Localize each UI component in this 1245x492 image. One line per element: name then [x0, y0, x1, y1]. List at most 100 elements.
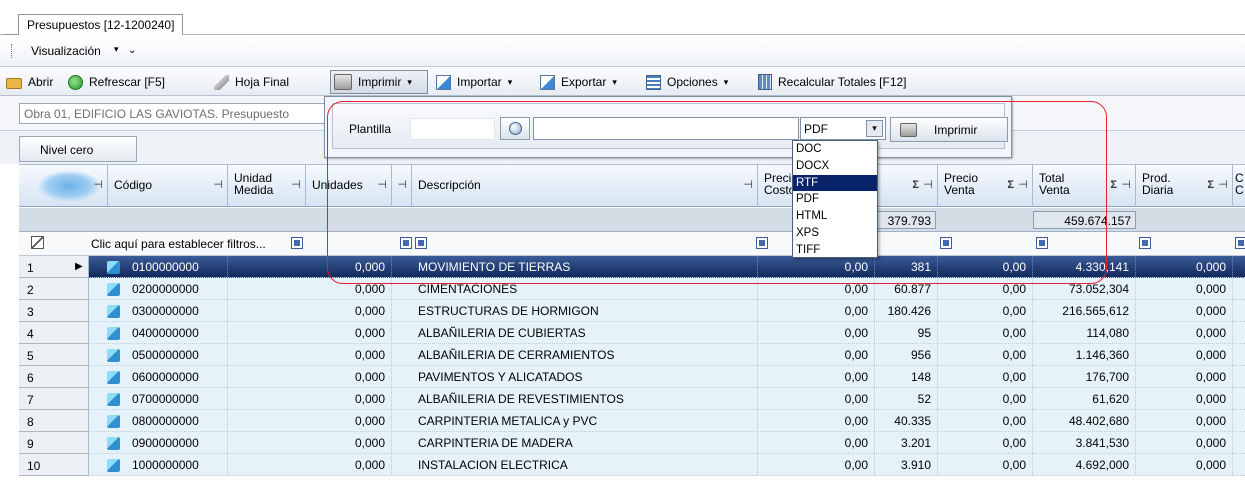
cell-total-costo[interactable]: 956	[875, 344, 938, 365]
cell-total-venta[interactable]: 1.146,360	[1033, 344, 1136, 365]
cell-precio-venta[interactable]: 0,00	[938, 454, 1033, 475]
row-number[interactable]: 3	[19, 300, 89, 322]
row-number[interactable]: 6	[19, 366, 89, 388]
cell-precio-costo[interactable]: 0,00	[758, 410, 875, 431]
table-row[interactable]: 7 0700000000 0,000 ALBAÑILERIA DE REVEST…	[19, 388, 1245, 410]
table-row[interactable]: 10 1000000000 0,000 INSTALACION ELECTRIC…	[19, 454, 1245, 476]
filter-last-icon[interactable]	[1235, 237, 1245, 249]
format-option-xps[interactable]: XPS	[793, 225, 877, 242]
importar-button[interactable]: Importar ▾	[436, 73, 512, 91]
row-number[interactable]: 7	[19, 388, 89, 410]
cell-unidades[interactable]: 0,000	[306, 388, 392, 409]
pin-icon[interactable]: ⊣	[1121, 179, 1131, 191]
col-header-precio-venta[interactable]: Precio Venta ⊣ Σ	[938, 165, 1033, 207]
filter-unidades-icon[interactable]	[400, 237, 412, 249]
col-header-total-venta[interactable]: Total Venta ⊣ Σ	[1033, 165, 1136, 207]
sigma-icon[interactable]: Σ	[1007, 179, 1014, 191]
col-indicator-header[interactable]: ⊣	[19, 165, 108, 207]
cell-precio-costo[interactable]: 0,00	[758, 432, 875, 453]
pin-icon[interactable]: ⊣	[743, 179, 753, 191]
cell-prod-diaria[interactable]: 0,000	[1136, 410, 1233, 431]
row-number[interactable]: 9	[19, 432, 89, 454]
cell-codigo[interactable]: 0400000000	[126, 322, 228, 343]
table-row[interactable]: 8 0800000000 0,000 CARPINTERIA METALICA …	[19, 410, 1245, 432]
cell-unidades[interactable]: 0,000	[306, 366, 392, 387]
cell-prod-diaria[interactable]: 0,000	[1136, 300, 1233, 321]
cell-unidades[interactable]: 0,000	[306, 410, 392, 431]
clear-filter-icon[interactable]	[31, 236, 44, 249]
cell-precio-venta[interactable]: 0,00	[938, 432, 1033, 453]
cell-unidades[interactable]: 0,000	[306, 344, 392, 365]
cell-total-costo[interactable]: 148	[875, 366, 938, 387]
pin-icon[interactable]: ⊣	[213, 179, 223, 191]
cell-codigo[interactable]: 0300000000	[126, 300, 228, 321]
cell-total-costo[interactable]: 180.426	[875, 300, 938, 321]
cell-total-venta[interactable]: 3.841,530	[1033, 432, 1136, 453]
toolbar-options-icon[interactable]: ⌄	[128, 45, 136, 56]
table-row[interactable]: 1 ▶ 0100000000 0,000 MOVIMIENTO DE TIERRA…	[19, 256, 1245, 278]
cell-codigo[interactable]: 1000000000	[126, 454, 228, 475]
cell-unidades[interactable]: 0,000	[306, 256, 392, 277]
table-row[interactable]: 5 0500000000 0,000 ALBAÑILERIA DE CERRAM…	[19, 344, 1245, 366]
exportar-button[interactable]: Exportar ▾	[540, 73, 617, 91]
cell-precio-costo[interactable]: 0,00	[758, 278, 875, 299]
imprimir-button[interactable]: Imprimir ▾	[334, 73, 412, 91]
row-number[interactable]: 1 ▶	[19, 256, 89, 278]
filter-prod-diaria-icon[interactable]	[1139, 237, 1151, 249]
sigma-icon[interactable]: Σ	[1110, 179, 1117, 191]
pin-icon[interactable]: ⊣	[397, 179, 407, 191]
sigma-icon[interactable]: Σ	[1207, 179, 1214, 191]
cell-precio-costo[interactable]: 0,00	[758, 454, 875, 475]
cell-precio-venta[interactable]: 0,00	[938, 322, 1033, 343]
recalcular-totales-button[interactable]: Recalcular Totales [F12]	[758, 73, 907, 91]
format-option-pdf[interactable]: PDF	[793, 191, 877, 208]
cell-total-venta[interactable]: 61,620	[1033, 388, 1136, 409]
row-number[interactable]: 10	[19, 454, 89, 476]
pin-icon[interactable]: ⊣	[93, 179, 103, 191]
filter-precio-venta-icon[interactable]	[940, 237, 952, 249]
cell-prod-diaria[interactable]: 0,000	[1136, 344, 1233, 365]
cell-descripcion[interactable]: ALBAÑILERIA DE CERRAMIENTOS	[412, 344, 758, 365]
filter-unidad-icon[interactable]	[291, 237, 303, 249]
row-number[interactable]: 8	[19, 410, 89, 432]
cell-descripcion[interactable]: ESTRUCTURAS DE HORMIGON	[412, 300, 758, 321]
cell-total-costo[interactable]: 3.201	[875, 432, 938, 453]
table-row[interactable]: 3 0300000000 0,000 ESTRUCTURAS DE HORMIG…	[19, 300, 1245, 322]
cell-total-venta[interactable]: 176,700	[1033, 366, 1136, 387]
cell-precio-costo[interactable]: 0,00	[758, 256, 875, 277]
col-header-last[interactable]: C C	[1233, 165, 1245, 207]
format-select[interactable]: PDF ▾	[800, 117, 886, 140]
cell-unidades[interactable]: 0,000	[306, 300, 392, 321]
cell-descripcion[interactable]: MOVIMIENTO DE TIERRAS	[412, 256, 758, 277]
table-row[interactable]: 2 0200000000 0,000 CIMENTACIONES 0,00 60…	[19, 278, 1245, 300]
abrir-button[interactable]: Abrir	[6, 73, 53, 91]
format-option-doc[interactable]: DOC	[793, 141, 877, 158]
cell-descripcion[interactable]: CARPINTERIA METALICA y PVC	[412, 410, 758, 431]
cell-codigo[interactable]: 0800000000	[126, 410, 228, 431]
cell-total-venta[interactable]: 73.052,304	[1033, 278, 1136, 299]
cell-descripcion[interactable]: PAVIMENTOS Y ALICATADOS	[412, 366, 758, 387]
toolbar-grip[interactable]	[11, 44, 13, 58]
cell-precio-venta[interactable]: 0,00	[938, 256, 1033, 277]
cell-total-costo[interactable]: 60.877	[875, 278, 938, 299]
col-header-unidad-medida[interactable]: Unidad Medida ⊣	[228, 165, 306, 207]
cell-prod-diaria[interactable]: 0,000	[1136, 454, 1233, 475]
cell-codigo[interactable]: 0100000000	[126, 256, 228, 277]
cell-total-venta[interactable]: 4.330,141	[1033, 256, 1136, 277]
plantilla-code-field[interactable]	[410, 118, 495, 140]
format-option-docx[interactable]: DOCX	[793, 158, 877, 175]
cell-unidades[interactable]: 0,000	[306, 322, 392, 343]
row-number[interactable]: 5	[19, 344, 89, 366]
filter-hint[interactable]: Clic aquí para establecer filtros...	[91, 237, 266, 251]
visualizacion-menu[interactable]: Visualización	[31, 44, 101, 58]
row-number[interactable]: 2	[19, 278, 89, 300]
opciones-button[interactable]: Opciones ▾	[646, 73, 728, 91]
col-header-blank[interactable]: ⊣	[392, 165, 412, 207]
cell-precio-costo[interactable]: 0,00	[758, 388, 875, 409]
table-row[interactable]: 6 0600000000 0,000 PAVIMENTOS Y ALICATAD…	[19, 366, 1245, 388]
cell-prod-diaria[interactable]: 0,000	[1136, 278, 1233, 299]
cell-total-venta[interactable]: 4.692,000	[1033, 454, 1136, 475]
cell-total-venta[interactable]: 114,080	[1033, 322, 1136, 343]
filter-precio-costo-icon[interactable]	[756, 237, 768, 249]
filter-descripcion-icon[interactable]	[415, 237, 427, 249]
